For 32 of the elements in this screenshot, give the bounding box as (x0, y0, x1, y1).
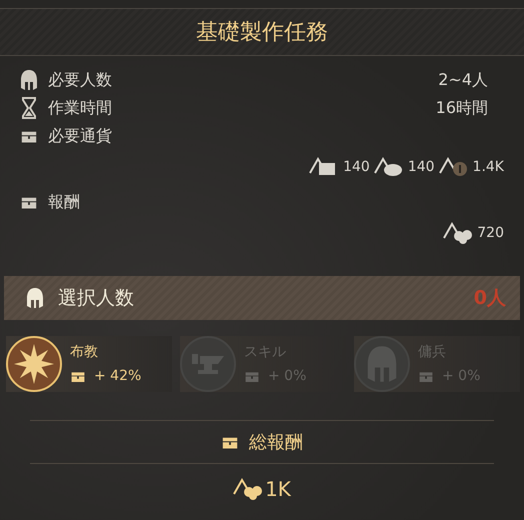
cost-amount: 140 (343, 159, 370, 175)
info-label: 報酬 (48, 192, 81, 212)
chest-icon (221, 434, 239, 450)
chest-icon (244, 370, 260, 382)
coin-icon (438, 157, 469, 177)
info-value: 16時間 (436, 98, 488, 118)
bonus-value: + 42% (94, 368, 142, 384)
selection-label: 選択人数 (58, 286, 135, 311)
bonus-name: 布教 (70, 343, 99, 361)
reward-amount: 720 (477, 225, 504, 241)
chest-icon (70, 370, 86, 382)
star-emblem-icon (12, 342, 56, 386)
hourglass-icon (20, 97, 38, 119)
window-title: 基礎製作任務 (196, 19, 328, 47)
resource-pile-icon (443, 222, 474, 244)
helmet-icon (26, 287, 44, 309)
cost-amount: 140 (408, 159, 435, 175)
chest-icon (418, 370, 434, 382)
total-label: 総報酬 (249, 431, 303, 454)
helmet-icon (366, 344, 398, 384)
chest-icon (20, 194, 38, 210)
cost-amount: 1.4K (472, 159, 504, 175)
info-label: 作業時間 (48, 98, 113, 118)
total-amount: 1K (265, 477, 291, 501)
helmet-icon (20, 69, 38, 91)
chest-icon (20, 128, 38, 144)
selection-count: 0人 (474, 286, 506, 311)
info-label: 必要人数 (48, 70, 113, 90)
info-value: 2~4人 (438, 70, 488, 90)
sack-icon (374, 157, 404, 177)
info-label: 必要通貨 (48, 126, 113, 146)
resource-pile-icon (233, 478, 264, 500)
